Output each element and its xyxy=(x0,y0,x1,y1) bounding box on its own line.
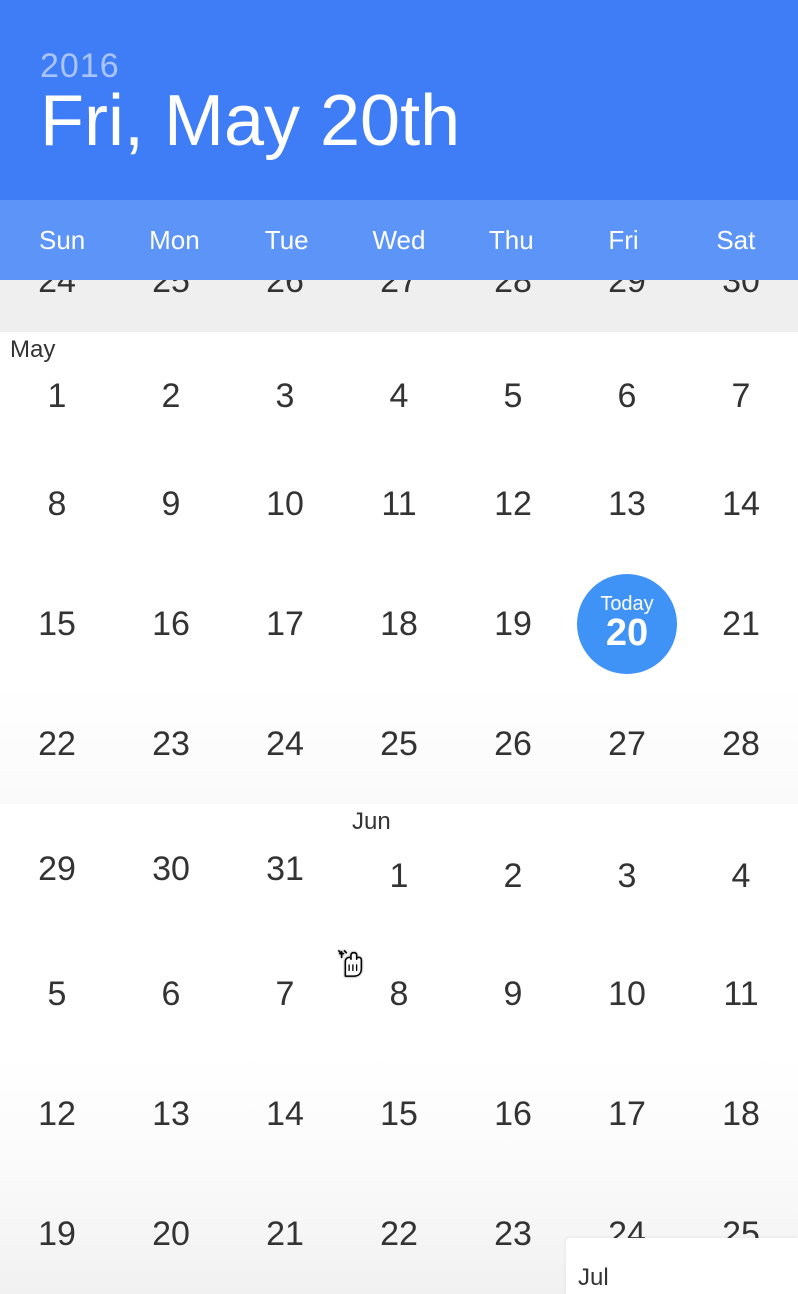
day-cell[interactable]: 18 xyxy=(684,1054,798,1174)
weekday-mon: Mon xyxy=(118,225,230,256)
day-cell[interactable]: 23 xyxy=(456,1174,570,1294)
day-cell[interactable]: 24 xyxy=(228,684,342,804)
day-cell[interactable]: 8 xyxy=(342,934,456,1054)
day-cell[interactable]: 15 xyxy=(0,564,114,684)
day-cell[interactable]: 19 xyxy=(456,564,570,684)
day-cell[interactable]: 15 xyxy=(342,1054,456,1174)
day-cell[interactable]: 26 xyxy=(456,684,570,804)
day-cell[interactable]: 2 xyxy=(114,332,228,444)
day-cell[interactable]: 28 xyxy=(684,684,798,804)
day-cell[interactable]: 16 xyxy=(456,1054,570,1174)
day-cell[interactable]: 8 xyxy=(0,444,114,564)
day-cell[interactable]: 13 xyxy=(114,1054,228,1174)
calendar-body[interactable]: 24 25 26 27 28 29 30 May 1 2 3 4 5 6 7 8… xyxy=(0,280,798,1294)
day-cell[interactable]: 23 xyxy=(114,684,228,804)
weekday-tue: Tue xyxy=(231,225,343,256)
day-cell[interactable]: 13 xyxy=(570,444,684,564)
day-cell[interactable]: 17 xyxy=(228,564,342,684)
today-number: 20 xyxy=(606,612,648,655)
day-cell[interactable]: 2 xyxy=(456,804,570,934)
day-cell[interactable]: 20 xyxy=(114,1174,228,1294)
calendar-row: 8 9 10 11 12 13 14 xyxy=(0,444,798,564)
day-cell[interactable]: 7 xyxy=(684,332,798,444)
calendar-row-prev-month: 24 25 26 27 28 29 30 xyxy=(0,280,798,332)
day-cell[interactable]: 11 xyxy=(684,934,798,1054)
header-selected-date: Fri, May 20th xyxy=(40,82,758,161)
day-cell[interactable]: 28 xyxy=(456,280,570,332)
day-cell[interactable]: 29 xyxy=(570,280,684,332)
day-cell[interactable]: 12 xyxy=(456,444,570,564)
day-cell[interactable]: 9 xyxy=(114,444,228,564)
month-label-jun: Jun xyxy=(352,808,391,836)
day-cell[interactable]: 26 xyxy=(228,280,342,332)
day-cell[interactable]: 25 xyxy=(342,684,456,804)
calendar-row-month-transition: 29 30 31 Jun 1 2 3 4 xyxy=(0,804,798,934)
day-cell[interactable]: 16 xyxy=(114,564,228,684)
day-cell[interactable]: 11 xyxy=(342,444,456,564)
day-cell[interactable]: 10 xyxy=(570,934,684,1054)
day-cell[interactable]: 21 xyxy=(228,1174,342,1294)
day-cell[interactable]: 24 xyxy=(0,280,114,332)
day-cell[interactable]: 14 xyxy=(228,1054,342,1174)
day-cell[interactable]: May 1 xyxy=(0,332,114,444)
weekday-thu: Thu xyxy=(455,225,567,256)
calendar-row: 12 13 14 15 16 17 18 xyxy=(0,1054,798,1174)
day-cell[interactable]: 17 xyxy=(570,1054,684,1174)
month-label-jul: Jul xyxy=(578,1264,609,1292)
day-cell[interactable]: 25 xyxy=(114,280,228,332)
day-cell[interactable]: 6 xyxy=(114,934,228,1054)
day-cell[interactable]: 10 xyxy=(228,444,342,564)
today-marker[interactable]: Today 20 xyxy=(577,574,677,674)
day-cell[interactable]: 30 xyxy=(684,280,798,332)
day-cell[interactable]: 22 xyxy=(342,1174,456,1294)
day-cell[interactable]: 12 xyxy=(0,1054,114,1174)
day-cell[interactable]: 30 xyxy=(114,804,228,934)
calendar-row: 22 23 24 25 26 27 28 xyxy=(0,684,798,804)
calendar-row: 5 6 7 8 9 10 11 xyxy=(0,934,798,1054)
weekday-fri: Fri xyxy=(567,225,679,256)
weekday-sat: Sat xyxy=(680,225,792,256)
day-cell[interactable]: 29 xyxy=(0,804,114,934)
day-cell[interactable]: Jun 1 xyxy=(342,804,456,934)
weekday-row: Sun Mon Tue Wed Thu Fri Sat xyxy=(0,200,798,280)
day-cell[interactable]: 19 xyxy=(0,1174,114,1294)
date-picker-header: 2016 Fri, May 20th xyxy=(0,0,798,200)
jul-start-background: Jul xyxy=(566,1238,798,1294)
day-cell[interactable]: 27 xyxy=(342,280,456,332)
day-cell[interactable]: 22 xyxy=(0,684,114,804)
month-label-may: May xyxy=(10,336,55,364)
calendar-row: May 1 2 3 4 5 6 7 xyxy=(0,332,798,444)
day-cell[interactable]: 14 xyxy=(684,444,798,564)
day-cell[interactable]: 27 xyxy=(570,684,684,804)
day-cell[interactable]: 9 xyxy=(456,934,570,1054)
day-cell[interactable]: 18 xyxy=(342,564,456,684)
weekday-sun: Sun xyxy=(6,225,118,256)
weekday-wed: Wed xyxy=(343,225,455,256)
day-cell[interactable]: 21 xyxy=(684,564,798,684)
day-cell[interactable]: 5 xyxy=(456,332,570,444)
day-cell[interactable]: 3 xyxy=(570,804,684,934)
day-cell[interactable]: 3 xyxy=(228,332,342,444)
day-cell[interactable]: 31 xyxy=(228,804,342,934)
day-cell-today[interactable]: Today 20 xyxy=(570,564,684,684)
day-cell[interactable]: 5 xyxy=(0,934,114,1054)
day-cell[interactable]: 4 xyxy=(342,332,456,444)
day-cell[interactable]: 4 xyxy=(684,804,798,934)
day-cell[interactable]: 7 xyxy=(228,934,342,1054)
day-cell[interactable]: 6 xyxy=(570,332,684,444)
calendar-row: 15 16 17 18 19 Today 20 21 xyxy=(0,564,798,684)
